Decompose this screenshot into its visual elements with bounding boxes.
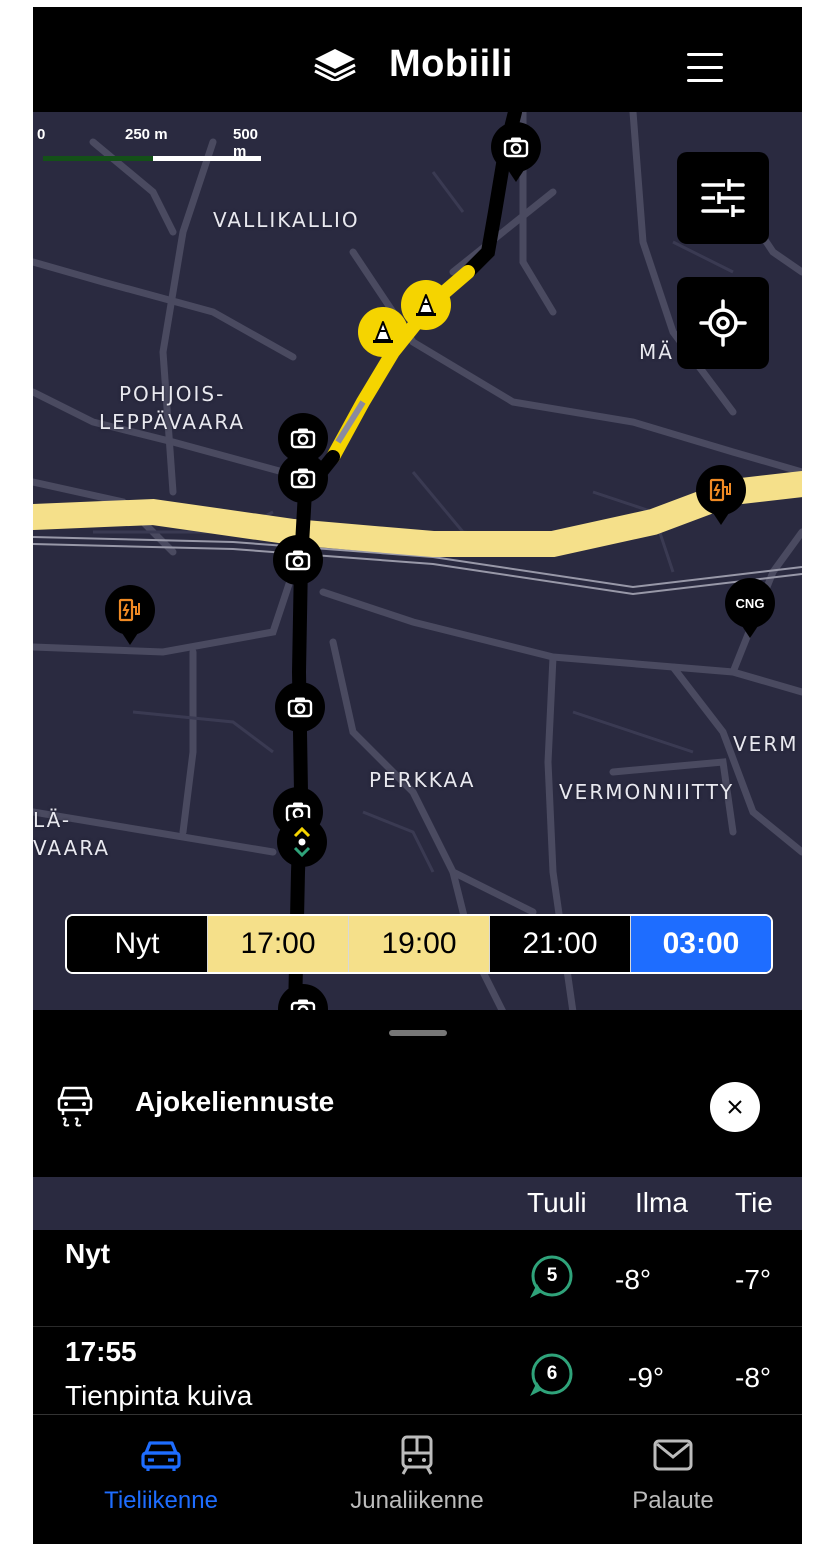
scale-label-250: 250 m: [125, 126, 168, 143]
cng-station-marker[interactable]: CNG: [725, 578, 775, 638]
cng-label: CNG: [735, 595, 765, 611]
crosshair-icon: [699, 299, 747, 347]
traffic-map[interactable]: 0 250 m 500 m VALLIKALLIO POHJOIS- LEPPÄ…: [33, 112, 802, 1012]
column-wind: Tuuli: [527, 1187, 587, 1218]
place-label: VERM: [733, 732, 799, 756]
merge-cluster-marker[interactable]: [277, 817, 327, 867]
time-segment-2100[interactable]: 21:00: [490, 916, 631, 972]
close-sheet-button[interactable]: [710, 1082, 760, 1132]
locate-me-button[interactable]: [677, 277, 769, 369]
bottom-navigation: Tieliikenne Junaliikenne Palaute: [33, 1414, 802, 1544]
forecast-time-selector: Nyt 17:00 19:00 21:00 03:00: [65, 914, 773, 974]
ev-charger-icon: [118, 598, 140, 622]
nav-road-label: Tieliikenne: [104, 1487, 218, 1514]
nav-feedback[interactable]: Palaute: [545, 1415, 801, 1525]
camera-icon: [285, 550, 311, 571]
forecast-row[interactable]: 17:55 Tienpinta kuiva 6 -9° -8°: [33, 1328, 802, 1424]
wind-bubble-icon: 5: [526, 1254, 574, 1302]
sheet-drag-handle[interactable]: [389, 1030, 447, 1036]
place-label: LÄ-: [33, 808, 72, 832]
forecast-sheet: Ajokeliennuste Tuuli Ilma Tie Nyt 5 -8° …: [33, 1010, 802, 1424]
app-header: Mobiili: [33, 7, 802, 112]
mobiili-logo-icon: [314, 49, 356, 81]
sheet-title: Ajokeliennuste: [135, 1086, 335, 1117]
scale-label-500: 500 m: [233, 126, 259, 160]
ev-charging-marker[interactable]: [105, 585, 155, 645]
forecast-column-header: Tuuli Ilma Tie: [33, 1177, 802, 1230]
map-scale: 0 250 m 500 m: [37, 126, 267, 166]
row-time: 17:55: [65, 1336, 137, 1367]
slippery-car-icon: [57, 1086, 93, 1127]
place-label: MÄ: [639, 340, 674, 364]
camera-icon: [287, 697, 313, 718]
app-brand: Mobiili: [389, 43, 513, 85]
car-icon: [141, 1441, 181, 1471]
traffic-cone-icon: [416, 294, 436, 316]
time-segment-now[interactable]: Nyt: [67, 916, 208, 972]
wind-bubble-icon: 6: [526, 1352, 574, 1400]
time-segment-1700[interactable]: 17:00: [208, 916, 349, 972]
column-road: Tie: [735, 1187, 773, 1218]
mail-icon: [653, 1439, 693, 1471]
place-label: PERKKAA: [369, 768, 476, 792]
train-icon: [401, 1435, 433, 1475]
column-air: Ilma: [635, 1187, 688, 1218]
camera-icon: [290, 428, 316, 449]
wind-speed: 5: [546, 1265, 558, 1286]
road-temperature: -7°: [735, 1264, 772, 1295]
forecast-row[interactable]: Nyt 5 -8° -7°: [33, 1230, 802, 1327]
camera-icon: [290, 468, 316, 489]
scale-label-0: 0: [37, 126, 46, 143]
ev-charger-icon: [709, 478, 731, 502]
ev-charging-marker[interactable]: [696, 465, 746, 525]
place-label: VALLIKALLIO: [213, 208, 360, 232]
camera-marker[interactable]: [275, 682, 325, 732]
camera-marker[interactable]: [491, 122, 541, 182]
menu-line-icon: [687, 79, 723, 82]
expand-collapse-icon: [293, 826, 311, 858]
camera-marker[interactable]: [278, 453, 328, 503]
row-description: Tienpinta kuiva: [65, 1380, 253, 1411]
nav-train-label: Junaliikenne: [350, 1487, 484, 1514]
time-segment-0300-selected[interactable]: 03:00: [631, 916, 771, 972]
traffic-cone-icon: [373, 321, 393, 343]
place-label: LEPPÄVAARA: [99, 410, 246, 434]
menu-line-icon: [687, 66, 723, 69]
air-temperature: -9°: [628, 1362, 665, 1393]
nav-feedback-label: Palaute: [632, 1487, 714, 1514]
scale-bar-dark: [43, 156, 153, 161]
time-segment-1900[interactable]: 19:00: [349, 916, 490, 972]
wind-speed: 6: [546, 1363, 558, 1384]
camera-marker[interactable]: [273, 535, 323, 585]
menu-line-icon: [687, 53, 723, 56]
nav-road-traffic[interactable]: Tieliikenne: [33, 1415, 289, 1525]
scale-bar-light: [153, 156, 261, 161]
row-time: Nyt: [65, 1238, 111, 1269]
place-label: POHJOIS-: [119, 382, 226, 406]
nav-train-traffic[interactable]: Junaliikenne: [289, 1415, 545, 1525]
roadwork-marker[interactable]: [358, 307, 408, 357]
close-icon: [728, 1100, 742, 1114]
road-temperature: -8°: [735, 1362, 772, 1393]
hamburger-menu-button[interactable]: [683, 49, 727, 85]
air-temperature: -8°: [615, 1264, 652, 1295]
roadwork-marker[interactable]: [401, 280, 451, 330]
sliders-icon: [701, 179, 745, 217]
camera-icon: [503, 137, 529, 158]
map-base-layer: [33, 112, 802, 1012]
app-screen: Mobiili 0 250 m 500 m VALLIKALLIO POHJOI…: [33, 7, 802, 1544]
map-filter-button[interactable]: [677, 152, 769, 244]
place-label: VAARA: [33, 836, 111, 860]
place-label: VERMONNIITTY: [559, 780, 735, 804]
